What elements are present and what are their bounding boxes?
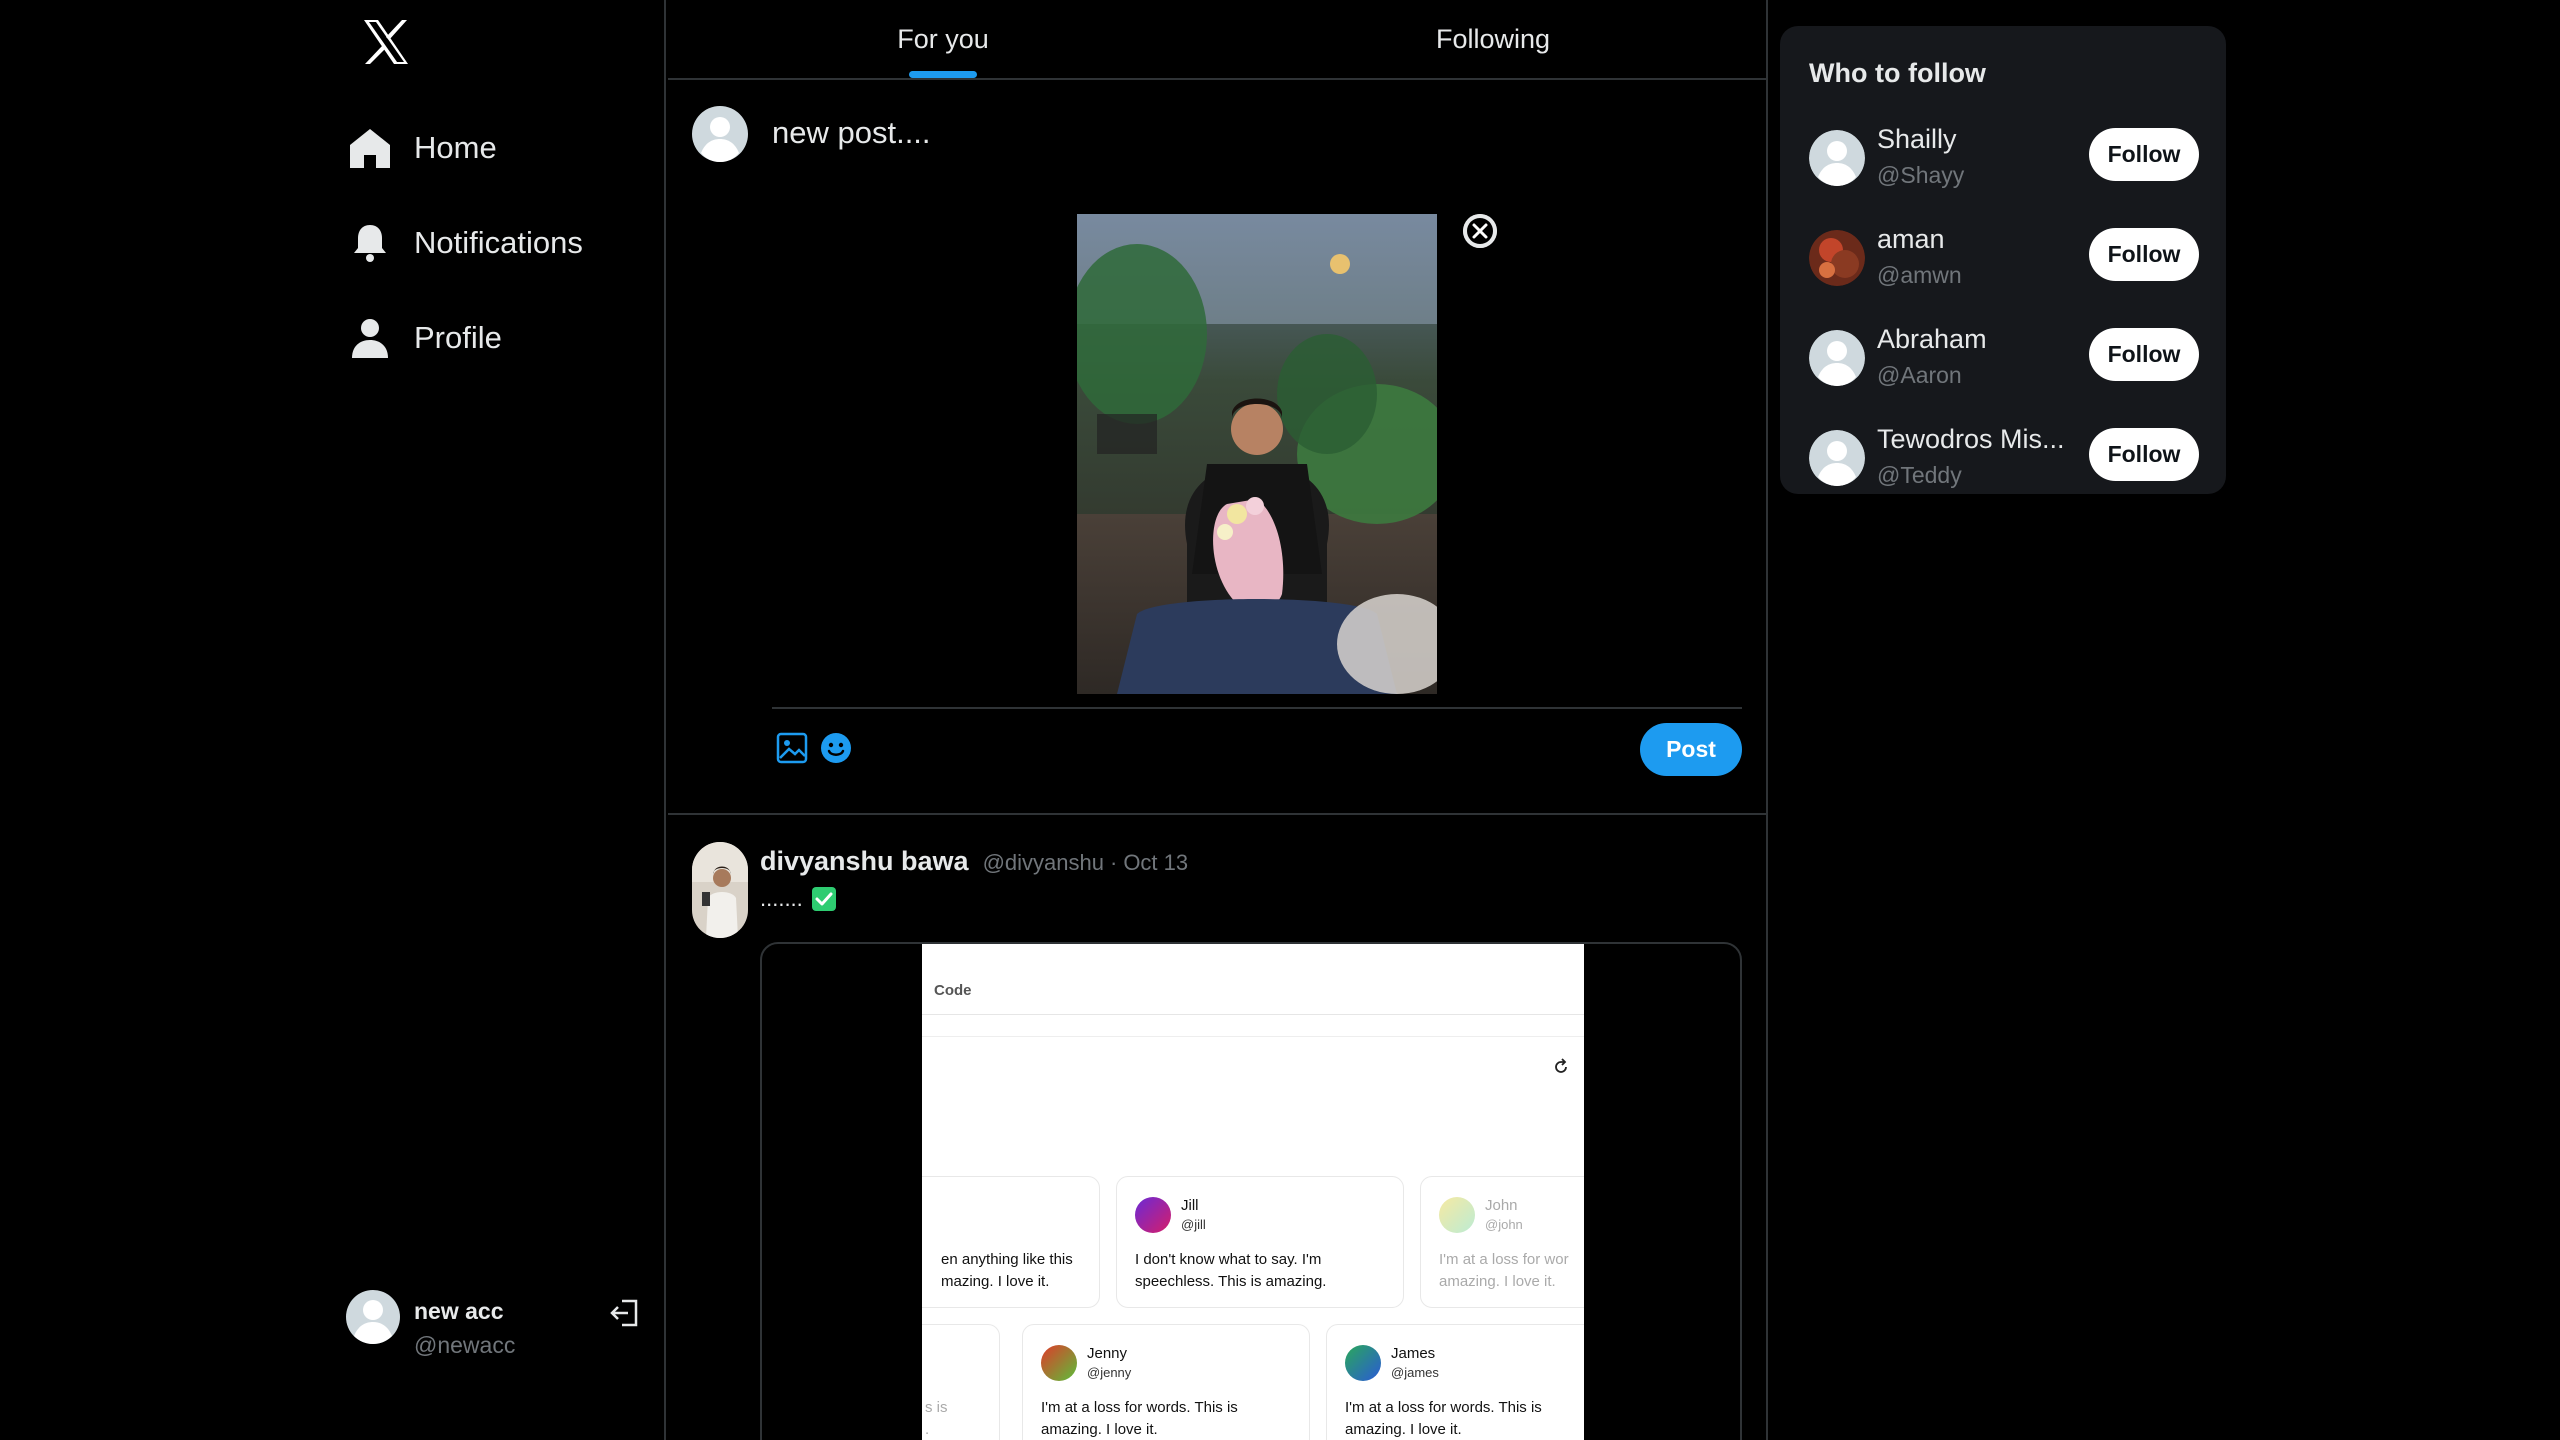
follow-button[interactable]: Follow [2089, 428, 2199, 481]
embedded-card-handle: @jenny [1087, 1365, 1132, 1380]
account-switcher[interactable]: new acc @newacc [346, 1290, 646, 1370]
tab-following[interactable]: Following [1218, 0, 1766, 78]
post-media[interactable]: Code en anything like this mazing. I lov… [760, 942, 1742, 1440]
nav-notifications[interactable]: Notifications [340, 211, 591, 275]
embedded-card-body: en anything like this mazing. I love it. [941, 1251, 1073, 1290]
follow-suggestion[interactable]: Abraham @Aaron Follow [1780, 324, 2226, 424]
tab-following-label: Following [1435, 23, 1551, 54]
post-author-avatar[interactable] [692, 842, 748, 938]
emoji-icon[interactable] [819, 731, 853, 765]
embedded-card-body: s is . [925, 1399, 948, 1438]
bell-icon [348, 221, 392, 265]
follow-button[interactable]: Follow [2089, 328, 2199, 381]
embedded-card-avatar [1439, 1197, 1475, 1233]
nav-notifications-label: Notifications [414, 225, 583, 260]
embedded-divider [922, 1014, 1584, 1015]
embedded-card-handle: @john [1485, 1217, 1523, 1232]
who-to-follow-panel: Who to follow Shailly @Shayy Follow aman… [1780, 26, 2226, 494]
embedded-card: s is . [922, 1324, 1000, 1440]
composer-input[interactable] [772, 108, 1732, 158]
embedded-code-tab: Code [934, 982, 972, 999]
embedded-card: Jenny @jenny I'm at a loss for words. Th… [1022, 1324, 1310, 1440]
suggestion-name: aman [1877, 224, 1945, 254]
embedded-card-avatar [1135, 1197, 1171, 1233]
suggestion-handle: @Aaron [1877, 362, 1962, 388]
embedded-card-name: James [1391, 1345, 1436, 1362]
embedded-card-body: I don't know what to say. I'm speechless… [1135, 1251, 1327, 1290]
post-composer: Post [668, 80, 1766, 815]
embedded-card-name: John [1485, 1197, 1518, 1214]
post-separator: · [1109, 850, 1118, 875]
embedded-card: James @james I'm at a loss for words. Th… [1326, 1324, 1584, 1440]
tab-for-you[interactable]: For you [668, 0, 1218, 78]
follow-suggestion[interactable]: Tewodros Mis... @Teddy Follow [1780, 424, 2226, 524]
post-author-name[interactable]: divyanshu bawa [760, 846, 969, 877]
follow-suggestion[interactable]: Shailly @Shayy Follow [1780, 124, 2226, 224]
embedded-card-avatar [1041, 1345, 1077, 1381]
post-body: ....... [760, 886, 837, 912]
embedded-card-body: I'm at a loss for words. This is amazing… [1041, 1399, 1238, 1438]
left-sidebar: Home Notifications Profile new acc @newa… [0, 0, 666, 1440]
refresh-icon [1552, 1058, 1570, 1076]
account-avatar [346, 1290, 400, 1344]
remove-media-button[interactable] [1463, 214, 1497, 248]
suggestion-avatar [1809, 230, 1865, 286]
suggestion-handle: @Teddy [1877, 462, 1962, 488]
composer-divider [772, 707, 1742, 709]
embedded-card-name: Jill [1181, 1197, 1199, 1214]
suggestion-name: Shailly [1877, 124, 1957, 154]
embedded-card-name: Jenny [1087, 1345, 1128, 1362]
post-header: divyanshu bawa @divyanshu · Oct 13 [760, 846, 1188, 877]
account-name: new acc [414, 1298, 504, 1324]
x-logo-icon[interactable] [358, 14, 414, 70]
nav-profile-label: Profile [414, 320, 502, 355]
follow-button[interactable]: Follow [2089, 228, 2199, 281]
nav-home-label: Home [414, 130, 497, 165]
post-button[interactable]: Post [1640, 723, 1742, 776]
embedded-card-body: I'm at a loss for wor amazing. I love it… [1439, 1251, 1569, 1290]
embedded-card-handle: @jill [1181, 1217, 1206, 1232]
account-handle: @newacc [414, 1332, 516, 1358]
embedded-card: en anything like this mazing. I love it. [922, 1176, 1100, 1308]
tab-for-you-label: For you [897, 23, 989, 54]
follow-suggestion[interactable]: aman @amwn Follow [1780, 224, 2226, 324]
close-icon [1463, 214, 1497, 248]
suggestion-avatar [1809, 430, 1865, 486]
logout-icon[interactable] [608, 1296, 642, 1330]
timeline-post[interactable]: divyanshu bawa @divyanshu · Oct 13 .....… [668, 816, 1766, 1440]
active-tab-indicator [909, 71, 977, 78]
who-to-follow-title: Who to follow [1809, 58, 1986, 88]
composer-avatar [692, 106, 748, 162]
embedded-divider [922, 1036, 1584, 1037]
suggestion-avatar [1809, 330, 1865, 386]
suggestion-name: Abraham [1877, 324, 1987, 354]
embedded-card-handle: @james [1391, 1365, 1439, 1380]
suggestion-handle: @Shayy [1877, 162, 1965, 188]
nav-profile[interactable]: Profile [340, 306, 510, 370]
timeline-tabs: For you Following [668, 0, 1766, 80]
suggestion-avatar [1809, 130, 1865, 186]
home-icon [348, 126, 392, 170]
suggestion-handle: @amwn [1877, 262, 1962, 288]
embedded-card: Jill @jill I don't know what to say. I'm… [1116, 1176, 1404, 1308]
embedded-card: John @john I'm at a loss for wor amazing… [1420, 1176, 1584, 1308]
embedded-card-body: I'm at a loss for words. This is amazing… [1345, 1399, 1542, 1438]
follow-button[interactable]: Follow [2089, 128, 2199, 181]
image-icon[interactable] [775, 731, 809, 765]
post-date[interactable]: Oct 13 [1123, 850, 1188, 876]
embedded-screenshot: Code en anything like this mazing. I lov… [922, 944, 1584, 1440]
check-box-icon [811, 886, 837, 912]
embedded-card-avatar [1345, 1345, 1381, 1381]
person-icon [348, 316, 392, 360]
main-timeline: For you Following new post.... Post divy… [668, 0, 1768, 1440]
nav-home[interactable]: Home [340, 116, 505, 180]
post-author-handle[interactable]: @divyanshu [983, 850, 1104, 876]
suggestion-name: Tewodros Mis... [1877, 424, 2065, 454]
attached-photo-preview [1077, 214, 1437, 694]
post-text: ....... [760, 886, 803, 911]
